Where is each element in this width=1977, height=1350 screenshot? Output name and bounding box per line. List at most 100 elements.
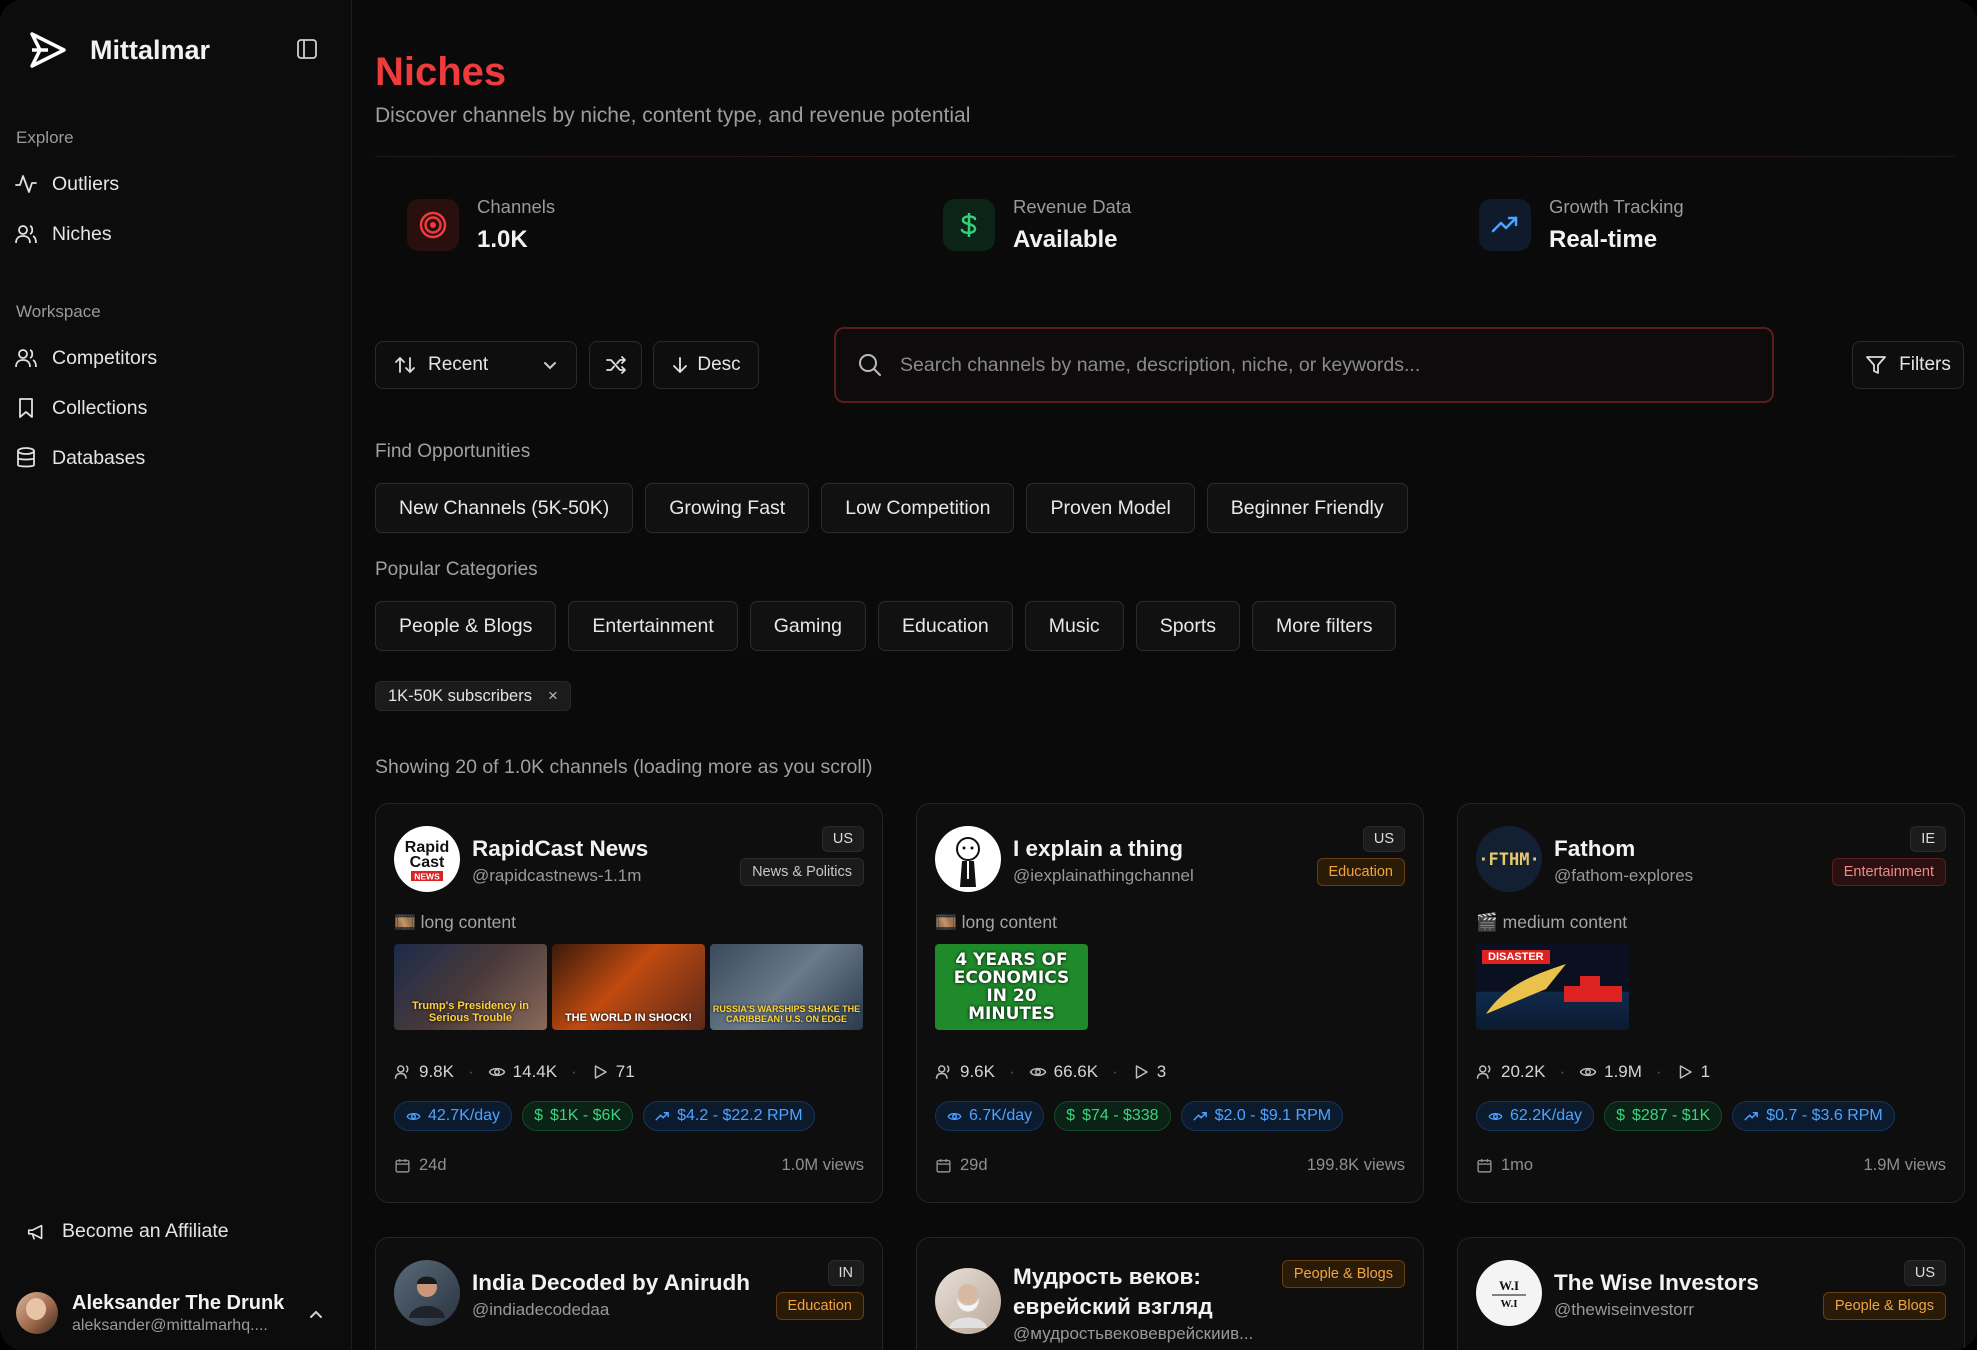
app-name: Mittalmar	[90, 34, 211, 65]
channel-avatar: Rapid Cast NEWS	[394, 826, 460, 892]
channel-age-value: 1mo	[1501, 1156, 1534, 1174]
channel-avatar	[935, 826, 1001, 892]
video-thumbnails: DISASTER	[1476, 944, 1629, 1030]
subscribers-metric: 20.2K	[1476, 1062, 1545, 1082]
revenue-badge: $ $1K - $6K	[522, 1101, 634, 1131]
stat-channels: Channels 1.0K	[407, 196, 555, 254]
chip-gaming[interactable]: Gaming	[749, 601, 867, 651]
svg-text:W.I: W.I	[1500, 1298, 1517, 1310]
stat-label: Revenue Data	[1013, 196, 1132, 217]
chevron-up-icon[interactable]	[308, 1306, 324, 1322]
stat-label: Growth Tracking	[1549, 196, 1684, 217]
eye-icon	[947, 1112, 962, 1120]
channel-age: 29d	[935, 1156, 988, 1175]
revenue-badge: $ $74 - $338	[1054, 1101, 1171, 1131]
close-icon[interactable]: ×	[548, 686, 558, 706]
eye-icon	[488, 1067, 505, 1077]
sidebar-item-outliers[interactable]: Outliers	[14, 166, 119, 202]
channel-age-value: 24d	[419, 1156, 447, 1174]
chip-sports[interactable]: Sports	[1135, 601, 1241, 651]
sidebar-toggle-icon[interactable]	[296, 38, 318, 60]
trending-up-icon	[1744, 1111, 1759, 1120]
sidebar-item-databases[interactable]: Databases	[14, 440, 145, 476]
content-type-label: medium content	[1502, 912, 1628, 932]
stat-revenue: Revenue Data Available	[943, 196, 1131, 254]
channel-name[interactable]: The Wise Investors	[1554, 1270, 1759, 1296]
users-icon	[1476, 1065, 1491, 1079]
sidebar-item-niches[interactable]: Niches	[14, 216, 112, 252]
channel-avatar: W.I W.I	[1476, 1260, 1542, 1326]
filters-button[interactable]: Filters	[1852, 341, 1964, 389]
sidebar-item-competitors[interactable]: Competitors	[14, 340, 157, 376]
become-affiliate-link[interactable]: Become an Affiliate	[26, 1220, 229, 1243]
avatar	[16, 1292, 58, 1334]
target-icon	[407, 199, 459, 251]
revenue-badges: 62.2K/day $ $287 - $1K $0.7 - $3.6 RPM	[1476, 1101, 1895, 1131]
video-thumbnail[interactable]: 4 YEARS OF ECONOMICS IN 20 MINUTES	[935, 944, 1088, 1030]
active-filter-chip: 1K-50K subscribers ×	[375, 681, 571, 711]
trending-up-icon	[655, 1111, 669, 1120]
video-thumbnail[interactable]: THE WORLD IN SHOCK!	[552, 944, 705, 1030]
search-box[interactable]	[834, 327, 1774, 403]
country-badge: US	[1362, 826, 1405, 852]
filters-label: Filters	[1899, 354, 1951, 375]
channel-name[interactable]: India Decoded by Anirudh	[472, 1270, 750, 1296]
sidebar-item-label: Niches	[52, 222, 112, 245]
chip-low-competition[interactable]: Low Competition	[821, 483, 1015, 533]
total-views: 1.0M views	[781, 1156, 864, 1174]
channel-card[interactable]: Мудрость веков: еврейский взгляд @мудрос…	[916, 1237, 1424, 1350]
chip-beginner-friendly[interactable]: Beginner Friendly	[1206, 483, 1408, 533]
chip-new-channels[interactable]: New Channels (5K-50K)	[375, 483, 634, 533]
dollar-icon: $	[1616, 1107, 1625, 1124]
shuffle-button[interactable]	[589, 341, 642, 389]
app-window: Mittalmar Explore Outliers Niches Worksp…	[0, 0, 1977, 1350]
sidebar-item-collections[interactable]: Collections	[14, 390, 147, 426]
country-badge: US	[1903, 1260, 1946, 1286]
chip-entertainment[interactable]: Entertainment	[568, 601, 738, 651]
database-icon	[17, 447, 35, 468]
separator: ·	[467, 1062, 474, 1081]
opportunity-chips: New Channels (5K-50K) Growing Fast Low C…	[375, 483, 1408, 533]
videos-value: 1	[1700, 1062, 1711, 1081]
affiliate-label: Become an Affiliate	[62, 1220, 229, 1242]
videos-metric: 1	[1676, 1062, 1710, 1082]
users-icon	[15, 225, 37, 244]
videos-value: 71	[615, 1062, 635, 1081]
rpm-badge: $2.0 - $9.1 RPM	[1180, 1101, 1344, 1131]
views-value: 1.9M	[1604, 1062, 1642, 1081]
chip-music[interactable]: Music	[1024, 601, 1124, 651]
niche-badge: News & Politics	[740, 858, 864, 886]
thumbnail-text: RUSSIA'S WARSHIPS SHAKE THE CARIBBEAN! U…	[712, 1004, 861, 1024]
channel-card[interactable]: ·FTHM· Fathom @fathom-explores IE Entert…	[1457, 803, 1965, 1203]
separator: ·	[1008, 1062, 1015, 1081]
channel-handle: @iexplainathingchannel	[1013, 866, 1194, 885]
channel-name[interactable]: I explain a thing	[1013, 836, 1183, 862]
channel-card[interactable]: W.I W.I The Wise Investors @thewiseinvest…	[1457, 1237, 1965, 1350]
channel-name[interactable]: RapidCast News	[472, 836, 648, 862]
channel-card[interactable]: I explain a thing @iexplainathingchannel…	[916, 803, 1424, 1203]
eye-icon	[1488, 1112, 1503, 1120]
chip-growing-fast[interactable]: Growing Fast	[645, 483, 810, 533]
search-input[interactable]	[900, 353, 1720, 377]
brand[interactable]: Mittalmar	[28, 30, 210, 70]
video-thumbnail[interactable]: Trump's Presidency in Serious Trouble	[394, 944, 547, 1030]
channel-avatar	[935, 1268, 1001, 1334]
chip-more-filters[interactable]: More filters	[1252, 601, 1397, 651]
subscribers-value: 20.2K	[1501, 1062, 1546, 1081]
user-menu[interactable]: Aleksander The Drunk aleksander@mittalma…	[16, 1288, 336, 1338]
sort-select[interactable]: Recent	[375, 341, 577, 389]
main-content: Niches Discover channels by niche, conte…	[353, 0, 1977, 1350]
stat-growth: Growth Tracking Real-time	[1479, 196, 1684, 254]
video-thumbnail[interactable]: RUSSIA'S WARSHIPS SHAKE THE CARIBBEAN! U…	[710, 944, 863, 1030]
chip-people-blogs[interactable]: People & Blogs	[375, 601, 557, 651]
svg-text:Cast: Cast	[410, 854, 445, 871]
channel-name[interactable]: Fathom	[1554, 836, 1635, 862]
sort-arrows-icon	[395, 356, 415, 374]
video-thumbnail[interactable]: DISASTER	[1476, 944, 1629, 1030]
channel-card[interactable]: India Decoded by Anirudh @indiadecodedaa…	[375, 1237, 883, 1350]
order-toggle-button[interactable]: Desc	[653, 341, 759, 389]
channel-name[interactable]: Мудрость веков: еврейский взгляд	[1013, 1262, 1283, 1322]
channel-card[interactable]: Rapid Cast NEWS RapidCast News @rapidcastn…	[375, 803, 883, 1203]
chip-education[interactable]: Education	[878, 601, 1013, 651]
chip-proven-model[interactable]: Proven Model	[1026, 483, 1195, 533]
